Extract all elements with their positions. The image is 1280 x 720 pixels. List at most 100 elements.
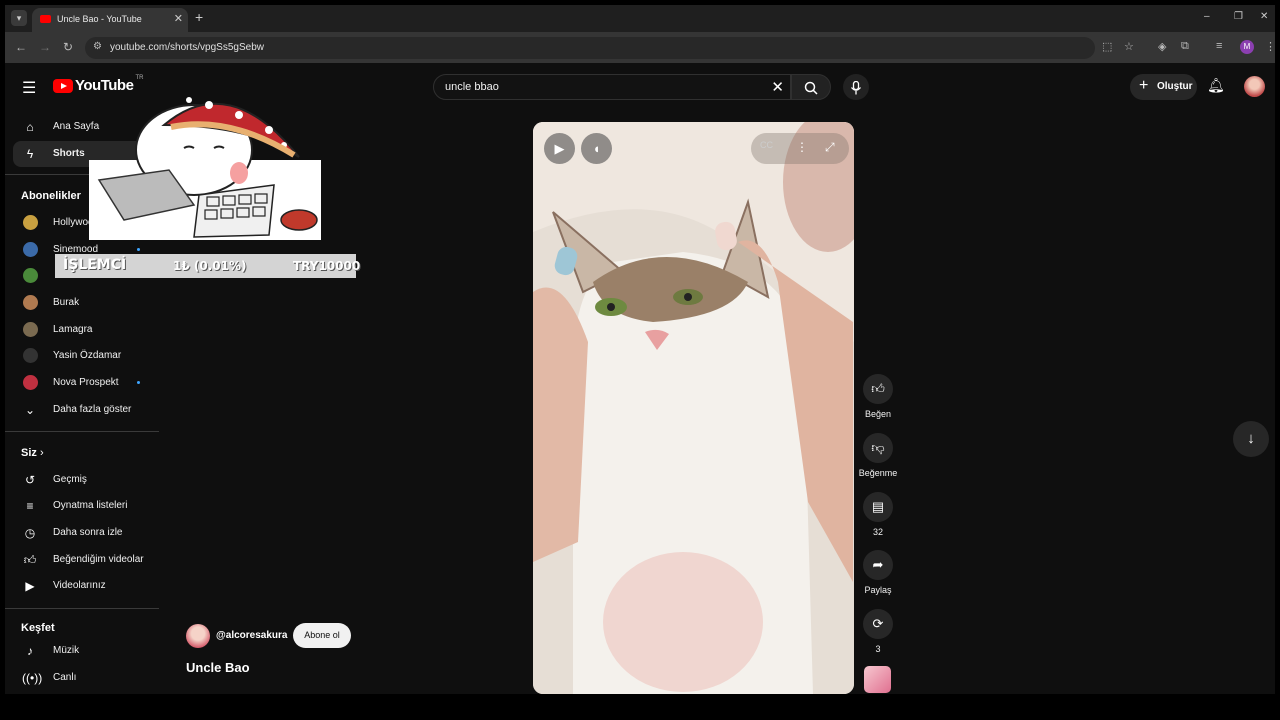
sidebar-item-live[interactable]: ((•)) Canlı <box>13 665 148 691</box>
new-content-dot <box>137 381 140 384</box>
reload-icon[interactable]: ↻ <box>63 40 73 54</box>
sidebar-item-label: Canlı <box>53 672 77 683</box>
sidebar-item-subscription[interactable]: Burak <box>13 290 148 316</box>
clock-icon: ◷ <box>24 526 36 540</box>
close-window-button[interactable]: ✕ <box>1260 11 1268 22</box>
history-icon: ↺ <box>24 473 36 487</box>
channel-avatar <box>23 322 38 337</box>
tab-search-button[interactable]: ▾ <box>11 10 27 26</box>
sidebar-item-label: Videolarınız <box>53 580 106 591</box>
captions-icon[interactable]: CC <box>760 140 773 150</box>
show-more-label: Daha fazla göster <box>53 404 132 415</box>
search-input[interactable]: uncle bbao ✕ <box>433 74 791 100</box>
sidebar-item-subscription[interactable]: Nova Prospekt <box>13 370 148 396</box>
channel-avatar <box>23 295 38 310</box>
notifications-bell-icon[interactable]: 🔔︎ <box>1207 77 1225 94</box>
more-options-icon[interactable]: ⋮ <box>796 140 808 154</box>
maximize-button[interactable]: ❐ <box>1234 11 1243 22</box>
channel-avatar <box>23 348 38 363</box>
stream-ticker-overlay: İŞLEMCİ 1₺ (0.01%) TRY10000 <box>55 254 360 278</box>
browser-tab-bar: ▾ Uncle Bao - YouTube ✕ + – ❐ ✕ <box>5 5 1275 32</box>
shorts-video-player[interactable]: ▶ ◖ CC ⋮ ⤢ <box>533 122 854 694</box>
voice-search-button[interactable] <box>843 74 869 100</box>
show-more-button[interactable]: ⌄ Daha fazla göster <box>13 397 148 423</box>
sidebar-item-label: Müzik <box>53 645 80 656</box>
extension-badge-icon[interactable]: ◈ <box>1158 40 1166 53</box>
you-heading-label: Siz <box>21 447 37 459</box>
back-icon[interactable]: ← <box>15 40 27 54</box>
remix-action[interactable]: ⟳ 3 <box>858 609 898 654</box>
share-label: Paylaş <box>864 585 892 595</box>
new-content-dot <box>137 248 140 251</box>
shorts-icon: ϟ <box>26 147 34 161</box>
ticker-price: 1₺ (0.01%) <box>173 259 247 273</box>
like-action[interactable]: 👍︎ Beğen <box>858 374 898 419</box>
share-action[interactable]: ➦ Paylaş <box>858 550 898 595</box>
browser-toolbar: ← → ↻ ⚙ youtube.com/shorts/vpgSs5gSebw ⬚… <box>5 32 1275 63</box>
ticker-name: İŞLEMCİ <box>63 257 127 273</box>
share-icon[interactable]: ➦ <box>863 550 893 580</box>
sidebar-item-liked-videos[interactable]: 👍︎ Beğendiğim videolar <box>13 547 148 573</box>
subscriptions-heading[interactable]: Abonelikler <box>21 190 81 202</box>
volume-button[interactable]: ◖ <box>581 133 612 164</box>
channel-avatar <box>23 215 38 230</box>
home-icon: ⌂ <box>26 120 34 134</box>
channel-name: Nova Prospekt <box>53 377 119 388</box>
thumbs-down-icon[interactable]: 👎︎ <box>863 433 893 463</box>
screen-frame: ▾ Uncle Bao - YouTube ✕ + – ❐ ✕ ← → ↻ ⚙ … <box>5 5 1275 694</box>
youtube-play-icon <box>53 78 73 93</box>
extensions-icon[interactable]: ⧉ <box>1181 40 1189 53</box>
play-button[interactable]: ▶ <box>544 133 575 164</box>
subscribe-button[interactable]: Abone ol <box>293 623 351 648</box>
sidebar-item-subscription[interactable]: Lamagra <box>13 317 148 343</box>
comment-icon[interactable]: ▤ <box>863 492 893 522</box>
plus-icon: + <box>1139 77 1149 94</box>
minimize-button[interactable]: – <box>1204 11 1210 22</box>
search-query: uncle bbao <box>445 81 499 93</box>
channel-avatar <box>23 242 38 257</box>
comments-action[interactable]: ▤ 32 <box>858 492 898 537</box>
bookmark-star-icon[interactable]: ☆ <box>1124 40 1134 53</box>
search-button[interactable] <box>791 74 831 100</box>
browser-profile-avatar[interactable]: M <box>1240 40 1254 54</box>
channel-avatar[interactable] <box>186 624 210 648</box>
sidebar-item-label: Daha sonra izle <box>53 527 123 538</box>
tab-close-icon[interactable]: ✕ <box>174 12 183 25</box>
sidebar-divider <box>5 608 159 609</box>
channel-handle[interactable]: @alcoresakura <box>216 630 287 641</box>
thumbs-up-icon[interactable]: 👍︎ <box>863 374 893 404</box>
fullscreen-icon[interactable]: ⤢ <box>825 140 835 155</box>
site-info-icon[interactable]: ⚙ <box>93 41 102 52</box>
video-frame-cat <box>533 122 854 694</box>
chevron-right-icon: › <box>39 447 44 459</box>
sidebar-item-history[interactable]: ↺ Geçmiş <box>13 467 148 493</box>
next-short-arrow-icon[interactable]: ↓ <box>1233 421 1269 457</box>
dislike-action[interactable]: 👎︎ Beğenme <box>858 433 898 478</box>
sidebar-item-playlists[interactable]: ≡ Oynatma listeleri <box>13 493 148 519</box>
video-controls-group: CC ⋮ ⤢ <box>751 133 849 164</box>
sound-thumbnail[interactable] <box>864 666 891 693</box>
dislike-label: Beğenme <box>858 468 898 478</box>
clear-search-icon[interactable]: ✕ <box>771 78 784 96</box>
short-title[interactable]: Uncle Bao <box>186 660 250 675</box>
address-bar[interactable]: ⚙ youtube.com/shorts/vpgSs5gSebw <box>85 37 1095 59</box>
account-avatar[interactable] <box>1244 76 1265 97</box>
browser-tab[interactable]: Uncle Bao - YouTube ✕ <box>32 8 188 32</box>
sidebar-item-label: Geçmiş <box>53 474 87 485</box>
create-button[interactable]: + Oluştur <box>1130 74 1197 100</box>
browser-menu-icon[interactable]: ⋮ <box>1265 40 1275 53</box>
sidebar-item-subscription[interactable]: Yasin Özdamar <box>13 343 148 369</box>
sidebar-item-music[interactable]: ♪ Müzik <box>13 638 148 664</box>
new-tab-button[interactable]: + <box>195 9 203 25</box>
sidebar-item-watch-later[interactable]: ◷ Daha sonra izle <box>13 520 148 546</box>
install-app-icon[interactable]: ⬚ <box>1102 40 1112 53</box>
guide-menu-icon[interactable]: ☰ <box>22 78 36 98</box>
cartoon-sticker-overlay <box>89 97 321 240</box>
playlist-icon: ≡ <box>26 499 34 513</box>
sidebar-item-your-videos[interactable]: ▶ Videolarınız <box>13 573 148 599</box>
remix-icon[interactable]: ⟳ <box>863 609 893 639</box>
media-control-icon[interactable]: ≡ <box>1216 40 1222 52</box>
you-heading[interactable]: Siz › <box>21 447 44 459</box>
forward-icon[interactable]: → <box>39 40 51 54</box>
remix-count: 3 <box>875 644 881 654</box>
